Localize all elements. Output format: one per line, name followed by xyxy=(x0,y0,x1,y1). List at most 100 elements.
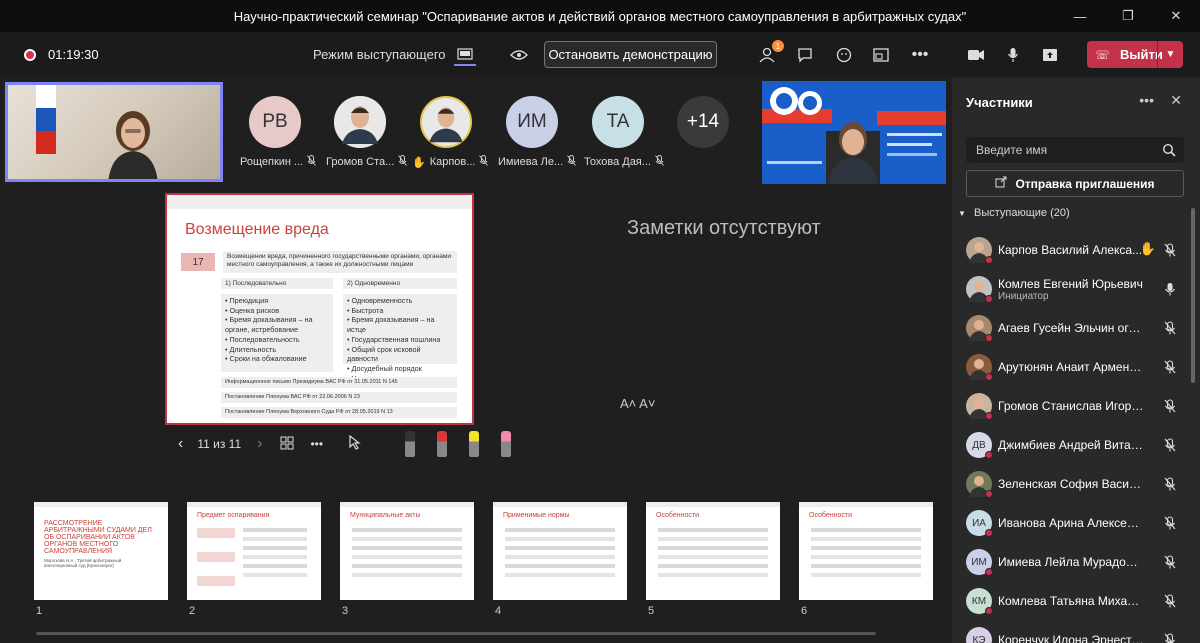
mic-off-icon[interactable] xyxy=(1164,321,1176,335)
speaker-video[interactable] xyxy=(5,82,223,182)
participant-row[interactable]: Карпов Василий Алекса... ✋ xyxy=(966,232,1186,268)
slide-navigation: ‹ 11 из 11 › ••• xyxy=(178,430,361,458)
avatar: ИА xyxy=(966,510,993,537)
participant-tile-avatar[interactable] xyxy=(420,96,472,148)
participant-name: Карпов Василий Алекса... xyxy=(998,243,1143,257)
thumbnails-scrollbar[interactable] xyxy=(36,632,876,635)
thumbnail-text-line xyxy=(505,537,615,541)
eraser-icon[interactable] xyxy=(501,431,511,457)
mic-off-icon[interactable] xyxy=(1164,399,1176,413)
participant-tile-avatar[interactable]: ИМ xyxy=(506,96,558,148)
participant-row[interactable]: ДВ Джимбиев Андрей Витальев... xyxy=(966,427,1186,463)
share-screen-icon[interactable] xyxy=(1034,32,1066,77)
pointer-icon[interactable] xyxy=(349,434,361,453)
mic-off-icon[interactable] xyxy=(1164,477,1176,491)
search-icon[interactable] xyxy=(1162,143,1176,157)
mic-off-icon[interactable] xyxy=(1164,360,1176,374)
mic-on-icon[interactable] xyxy=(1164,282,1176,296)
prev-slide-icon[interactable]: ‹ xyxy=(178,435,183,453)
close-icon[interactable]: ✕ xyxy=(1152,0,1200,32)
pen-black-icon[interactable] xyxy=(405,431,415,457)
participant-tile-avatar[interactable]: PB xyxy=(249,96,301,148)
panel-scrollbar[interactable] xyxy=(1191,208,1195,383)
pen-red-icon[interactable] xyxy=(437,431,447,457)
minimize-icon[interactable]: — xyxy=(1056,0,1104,32)
breakout-rooms-icon[interactable] xyxy=(865,32,897,77)
mic-off-icon xyxy=(655,155,664,169)
participants-icon[interactable]: 1 xyxy=(752,32,784,77)
thumbnail-title: Предмет оспаривания xyxy=(197,512,270,519)
more-options-icon[interactable]: ••• xyxy=(904,32,936,77)
participant-info: Агаев Гусейн Эльчин оглы Э... xyxy=(998,321,1144,335)
slide-list-item: • Бремя доказывания – на истце xyxy=(347,315,435,335)
mic-off-icon[interactable] xyxy=(1164,555,1176,569)
chat-icon[interactable] xyxy=(789,32,821,77)
slide-thumbnail[interactable]: Особенности xyxy=(646,502,780,600)
rudn-video[interactable] xyxy=(762,81,946,184)
avatar: КЭ xyxy=(966,627,992,643)
avatar xyxy=(966,237,993,264)
participant-search-input[interactable]: Введите имя xyxy=(966,137,1184,163)
slidenav-more-icon[interactable]: ••• xyxy=(310,437,323,451)
thumbnail-text-line xyxy=(505,555,615,559)
thumbnail-text-line xyxy=(352,555,462,559)
mic-off-icon[interactable] xyxy=(1164,633,1176,643)
thumbnail-text-line xyxy=(811,528,921,532)
mic-off-icon[interactable] xyxy=(1164,516,1176,530)
status-dot xyxy=(985,334,993,342)
participant-tile-avatar[interactable] xyxy=(334,96,386,148)
participant-info: Иванова Арина Алексеевна xyxy=(998,516,1144,530)
participant-row[interactable]: Агаев Гусейн Эльчин оглы Э... xyxy=(966,310,1186,346)
thumbnail-header-bar xyxy=(34,502,168,507)
participant-row[interactable]: ИА Иванова Арина Алексеевна xyxy=(966,505,1186,541)
grid-view-icon[interactable] xyxy=(280,436,294,453)
slide-thumbnail[interactable]: Применимые нормы xyxy=(493,502,627,600)
panel-more-icon[interactable]: ••• xyxy=(1139,92,1154,108)
mic-off-icon[interactable] xyxy=(1164,243,1176,257)
participant-tile-avatar[interactable]: +14 xyxy=(677,96,729,148)
next-slide-icon[interactable]: › xyxy=(257,435,262,453)
avatar xyxy=(966,354,993,381)
avatar-initials: PB xyxy=(262,111,288,132)
participant-row[interactable]: Комлев Евгений Юрьевич Инициатор xyxy=(966,271,1186,307)
send-invite-button[interactable]: Отправка приглашения xyxy=(966,170,1184,197)
font-size-controls[interactable]: A˄ A˅ xyxy=(620,396,655,411)
current-slide[interactable]: Возмещение вреда 17 Возмещении вреда, пр… xyxy=(165,193,474,425)
mic-off-icon[interactable] xyxy=(1164,438,1176,452)
microphone-icon[interactable] xyxy=(997,32,1029,77)
slide-thumbnail[interactable]: РАССМОТРЕНИЕ АРБИТРАЖНЫМИ СУДАМИ ДЕЛ ОБ … xyxy=(34,502,168,600)
restore-icon[interactable]: ❐ xyxy=(1104,0,1152,32)
avatar xyxy=(966,471,993,498)
panel-title: Участники xyxy=(966,95,1033,110)
eye-icon[interactable] xyxy=(503,32,535,77)
slide-thumbnail[interactable]: Особенности xyxy=(799,502,933,600)
participant-name: Громов Станислав Игоревич xyxy=(998,399,1144,413)
slide-thumbnail[interactable]: Муниципальные акты xyxy=(340,502,474,600)
slide-counter: 11 из 11 xyxy=(197,437,242,451)
thumbnail-text-line xyxy=(243,528,307,532)
chevron-down-icon[interactable]: ▼ xyxy=(1157,41,1183,68)
participant-row[interactable]: Арутюнян Анаит Армен​овна xyxy=(966,349,1186,385)
reactions-icon[interactable] xyxy=(828,32,860,77)
highlighter-icon[interactable] xyxy=(469,431,479,457)
slide-thumbnail[interactable]: Предмет оспаривания xyxy=(187,502,321,600)
mic-off-icon[interactable] xyxy=(1164,594,1176,608)
avatar-initials: КМ xyxy=(971,595,987,607)
panel-close-icon[interactable]: ✕ xyxy=(1170,92,1182,109)
slide-list-item: • Бремя доказывания – на органе, истребо… xyxy=(225,315,313,335)
thumbnail-title: Применимые нормы xyxy=(503,512,570,519)
stop-sharing-button[interactable]: Остановить демонстрацию xyxy=(544,41,717,68)
presenter-layout-icon[interactable] xyxy=(453,44,476,66)
participant-row[interactable]: КМ Комлева Татьяна Михайловна xyxy=(966,583,1186,619)
participant-row[interactable]: ИМ Имиева Лейла Мурадовна xyxy=(966,544,1186,580)
presenter-mode[interactable]: Режим выступающего xyxy=(313,32,476,77)
leave-button[interactable]: ☏ Выйти ▼ xyxy=(1087,41,1183,68)
participant-row[interactable]: Зеленская София Васильевна xyxy=(966,466,1186,502)
status-dot xyxy=(985,568,993,576)
slide-list-item: • Последовательность xyxy=(225,334,300,344)
participant-tile-avatar[interactable]: TA xyxy=(592,96,644,148)
participant-row[interactable]: КЭ Коренчук Илона Эрнестовна xyxy=(966,622,1186,643)
camera-icon[interactable] xyxy=(960,32,992,77)
participant-row[interactable]: Громов Станислав Игоревич xyxy=(966,388,1186,424)
presenters-section-header[interactable]: ▼ Выступающие (20) xyxy=(958,207,1070,219)
